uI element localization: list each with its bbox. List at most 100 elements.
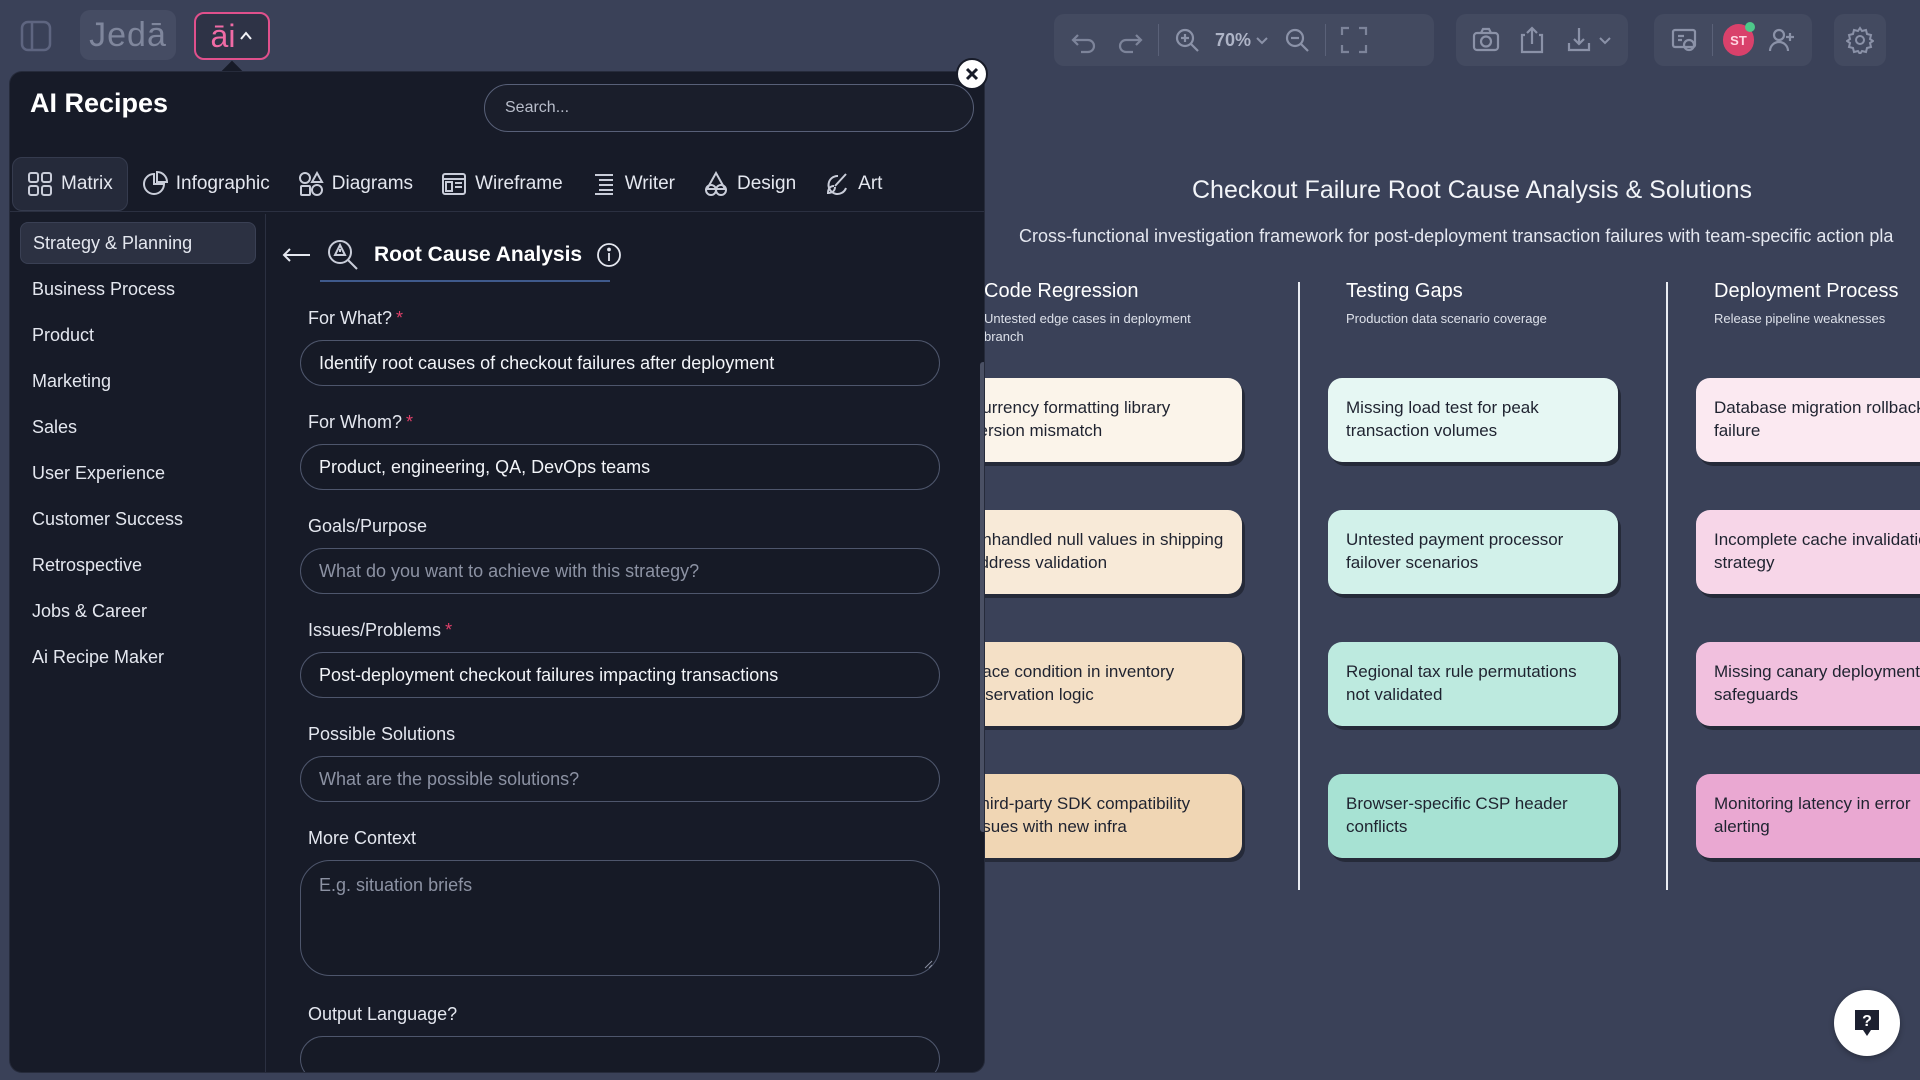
- matrix-card[interactable]: Incomplete cache invalidation strategy: [1696, 510, 1920, 594]
- sidebar-toggle-button[interactable]: [12, 13, 60, 59]
- ai-menu-button[interactable]: āi: [194, 12, 270, 60]
- category-item[interactable]: Ai Recipe Maker: [20, 636, 256, 678]
- screenshot-button[interactable]: [1468, 22, 1504, 58]
- info-icon[interactable]: [596, 242, 622, 268]
- tab-label: Infographic: [175, 172, 270, 194]
- chevron-up-icon: [240, 31, 253, 40]
- slides-icon: [1671, 28, 1696, 52]
- category-item[interactable]: Sales: [20, 406, 256, 448]
- column-subtitle[interactable]: Untested edge cases in deployment branch: [984, 310, 1214, 346]
- field-label: Possible Solutions: [308, 724, 456, 744]
- zoom-out-button[interactable]: [1279, 22, 1315, 58]
- wireframe-icon: [442, 172, 467, 195]
- column-title[interactable]: Testing Gaps: [1346, 280, 1463, 303]
- tab-design[interactable]: Design: [689, 157, 810, 211]
- required-marker: *: [396, 308, 404, 328]
- matrix-card[interactable]: Browser-specific CSP header conflicts: [1328, 774, 1618, 858]
- export-group: [1456, 14, 1628, 66]
- recipe-type-tabs: Matrix Infographic Diagrams Wireframe Wr…: [10, 156, 984, 212]
- invite-user-button[interactable]: [1764, 22, 1800, 58]
- redo-button[interactable]: [1112, 22, 1148, 58]
- presentation-button[interactable]: [1666, 22, 1702, 58]
- recipe-category-list: Strategy & Planning Business Process Pro…: [10, 214, 266, 1072]
- divider: [1325, 24, 1327, 56]
- matrix-card[interactable]: Unhandled null values in shipping addres…: [984, 510, 1242, 594]
- share-button[interactable]: [1514, 22, 1550, 58]
- collab-group: ST: [1654, 14, 1812, 66]
- matrix-card[interactable]: Currency formatting library version mism…: [984, 378, 1242, 462]
- matrix-card[interactable]: Monitoring latency in error alerting: [1696, 774, 1920, 858]
- matrix-card[interactable]: Database migration rollback failure: [1696, 378, 1920, 462]
- category-item[interactable]: Jobs & Career: [20, 590, 256, 632]
- column-title[interactable]: Code Regression: [984, 280, 1139, 303]
- gear-icon: [1846, 26, 1874, 54]
- field-label: Goals/Purpose: [308, 516, 428, 536]
- label-text: Issues/Problems: [308, 620, 442, 640]
- for-what-input[interactable]: Identify root causes of checkout failure…: [300, 340, 940, 386]
- canvas-title[interactable]: Checkout Failure Root Cause Analysis & S…: [1192, 176, 1752, 205]
- matrix-board: Code Regression Untested edge cases in d…: [984, 270, 1920, 890]
- context-textarea[interactable]: E.g. situation briefs: [300, 860, 940, 976]
- help-button[interactable]: ?: [1834, 990, 1900, 1056]
- matrix-card[interactable]: Race condition in inventory reservation …: [984, 642, 1242, 726]
- zoom-level-value: 70%: [1215, 29, 1252, 50]
- matrix-card[interactable]: Missing canary deployment safeguards: [1696, 642, 1920, 726]
- canvas-subtitle[interactable]: Cross-functional investigation framework…: [1019, 226, 1920, 247]
- tab-matrix[interactable]: Matrix: [12, 156, 128, 211]
- ai-label: āi: [210, 17, 236, 54]
- recipe-title-underline: [320, 280, 610, 282]
- resize-handle-icon[interactable]: [923, 959, 933, 969]
- close-panel-button[interactable]: [956, 58, 988, 90]
- divider: [1711, 24, 1713, 56]
- zoom-level-dropdown[interactable]: 70%: [1215, 30, 1269, 51]
- category-item[interactable]: Product: [20, 314, 256, 356]
- matrix-card[interactable]: Missing load test for peak transaction v…: [1328, 378, 1618, 462]
- label-text: For Whom?: [308, 412, 403, 432]
- category-item[interactable]: User Experience: [20, 452, 256, 494]
- output-language-select[interactable]: [300, 1036, 940, 1072]
- zoom-in-icon: [1175, 28, 1199, 52]
- recipe-header: Root Cause Analysis: [280, 226, 622, 284]
- tab-art[interactable]: Art: [810, 157, 896, 211]
- undo-icon: [1071, 34, 1096, 54]
- category-item[interactable]: Marketing: [20, 360, 256, 402]
- add-user-icon: [1769, 28, 1795, 52]
- tab-infographic[interactable]: Infographic: [128, 157, 284, 211]
- user-avatar[interactable]: ST: [1722, 22, 1756, 56]
- column-subtitle[interactable]: Production data scenario coverage: [1346, 310, 1606, 328]
- tab-label: Writer: [624, 172, 675, 194]
- chevron-down-icon: [1599, 37, 1611, 45]
- field-label: Issues/Problems *: [308, 620, 452, 641]
- back-arrow-icon[interactable]: [280, 245, 312, 265]
- matrix-card[interactable]: Third-party SDK compatibility issues wit…: [984, 774, 1242, 858]
- field-label: More Context: [308, 828, 417, 848]
- matrix-card[interactable]: Untested payment processor failover scen…: [1328, 510, 1618, 594]
- field-label: Output Language?: [308, 1004, 458, 1024]
- required-marker: *: [445, 620, 453, 640]
- settings-button[interactable]: [1842, 22, 1878, 58]
- brush-icon: [827, 172, 848, 195]
- tab-diagrams[interactable]: Diagrams: [284, 157, 427, 211]
- column-subtitle[interactable]: Release pipeline weaknesses: [1714, 310, 1920, 328]
- download-button[interactable]: [1560, 22, 1616, 58]
- category-item[interactable]: Retrospective: [20, 544, 256, 586]
- goals-input[interactable]: What do you want to achieve with this st…: [300, 548, 940, 594]
- issues-input[interactable]: Post-deployment checkout failures impact…: [300, 652, 940, 698]
- tab-label: Diagrams: [331, 172, 414, 194]
- zoom-in-button[interactable]: [1169, 22, 1205, 58]
- column-title[interactable]: Deployment Process: [1714, 280, 1899, 303]
- for-whom-input[interactable]: Product, engineering, QA, DevOps teams: [300, 444, 940, 490]
- panel-scrollbar[interactable]: [980, 362, 984, 832]
- category-item[interactable]: Customer Success: [20, 498, 256, 540]
- solutions-input[interactable]: What are the possible solutions?: [300, 756, 940, 802]
- category-item[interactable]: Business Process: [20, 268, 256, 310]
- undo-button[interactable]: [1066, 22, 1102, 58]
- matrix-card[interactable]: Regional tax rule permutations not valid…: [1328, 642, 1618, 726]
- jeda-logo[interactable]: Jedā: [80, 10, 176, 60]
- category-item[interactable]: Strategy & Planning: [20, 222, 256, 264]
- tab-writer[interactable]: Writer: [577, 157, 689, 211]
- fit-screen-button[interactable]: [1336, 22, 1372, 58]
- required-marker: *: [406, 412, 414, 432]
- recipe-search-input[interactable]: [484, 84, 974, 132]
- tab-wireframe[interactable]: Wireframe: [427, 157, 577, 211]
